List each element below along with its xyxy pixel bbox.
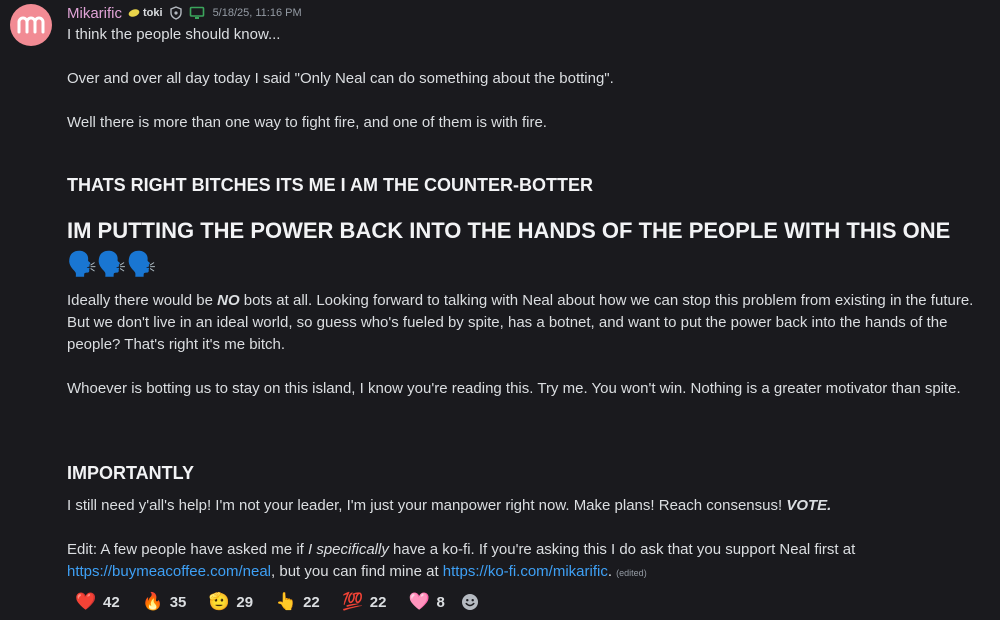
reaction-count: 22: [303, 593, 320, 611]
speaking-head-emoji: 🗣️🗣️🗣️: [67, 251, 157, 278]
reaction-count: 8: [436, 593, 445, 611]
paragraph-3: Well there is more than one way to fight…: [67, 114, 547, 131]
reaction-fire[interactable]: 🔥 35: [134, 587, 195, 617]
emphasis-vote: VOTE.: [786, 497, 832, 514]
paragraph-4: Ideally there would be NO bots at all. L…: [67, 290, 992, 356]
reaction-count: 42: [103, 593, 120, 611]
avatar[interactable]: [10, 4, 52, 46]
hundred-icon: 💯: [342, 592, 364, 611]
paragraph-7: Edit: A few people have asked me if I sp…: [67, 539, 992, 584]
paragraph-7-start: Edit: A few people have asked me if: [67, 541, 308, 558]
edited-label: (edited): [616, 568, 647, 578]
paragraph-5: Whoever is botting us to stay on this is…: [67, 380, 961, 397]
leaf-icon: [128, 9, 140, 17]
pink-heart-icon: 🩷: [408, 592, 431, 611]
heading-importantly: IMPORTANTLY: [67, 463, 195, 483]
heart-icon: ❤️: [75, 592, 97, 611]
reaction-point-up[interactable]: 👆 22: [267, 587, 328, 617]
username[interactable]: Mikarific: [67, 5, 122, 22]
shield-icon[interactable]: [169, 6, 183, 20]
kofi-link[interactable]: https://ko-fi.com/mikarific: [443, 563, 608, 580]
guild-tag-label: toki: [143, 7, 163, 19]
paragraph-2: Over and over all day today I said "Only…: [67, 70, 614, 87]
paragraph-6-start: I still need y'all's help! I'm not your …: [67, 497, 787, 514]
smiley-icon: [461, 594, 478, 610]
reaction-pink-heart[interactable]: 🩷 8: [400, 587, 452, 617]
emphasis-specifically: I specifically: [307, 541, 389, 558]
reaction-count: 35: [169, 593, 187, 611]
heading-counter-botter: THATS RIGHT BITCHES ITS ME I AM THE COUN…: [67, 175, 593, 195]
heading-power: IM PUTTING THE POWER BACK INTO THE HANDS…: [67, 218, 951, 243]
message-header: Mikarific toki 5/18/25, 11:16 PM: [67, 3, 302, 23]
paragraph-7-end: .: [607, 563, 612, 580]
paragraph-6: I still need y'all's help! I'm not your …: [67, 495, 831, 517]
add-reaction-button[interactable]: [459, 591, 481, 613]
reaction-count: 29: [236, 593, 254, 611]
reaction-count: 22: [369, 593, 387, 611]
reaction-hundred[interactable]: 💯 22: [334, 587, 395, 617]
reactions-bar: ❤️ 42 🔥 35 🫡 29 👆 22 💯 22 🩷 8: [67, 587, 481, 617]
paragraph-4-start: Ideally there would be: [67, 292, 218, 309]
paragraph-7-middle: have a ko-fi. If you're asking this I do…: [388, 541, 856, 558]
reaction-salute[interactable]: 🫡 29: [200, 587, 261, 617]
buymeacoffee-link[interactable]: https://buymeacoffee.com/neal: [67, 563, 271, 580]
emphasis-no: NO: [217, 292, 240, 309]
paragraph-7-connector: , but you can find mine at: [271, 563, 443, 580]
guild-tag[interactable]: toki: [128, 7, 163, 19]
salute-icon: 🫡: [208, 592, 230, 611]
desktop-icon: [189, 6, 205, 20]
timestamp[interactable]: 5/18/25, 11:16 PM: [213, 7, 302, 19]
avatar-logo-icon: [17, 16, 45, 34]
fire-icon: 🔥: [142, 592, 164, 611]
reaction-heart[interactable]: ❤️ 42: [67, 587, 128, 617]
point-up-icon: 👆: [275, 592, 297, 611]
paragraph-1: I think the people should know...: [67, 26, 281, 43]
